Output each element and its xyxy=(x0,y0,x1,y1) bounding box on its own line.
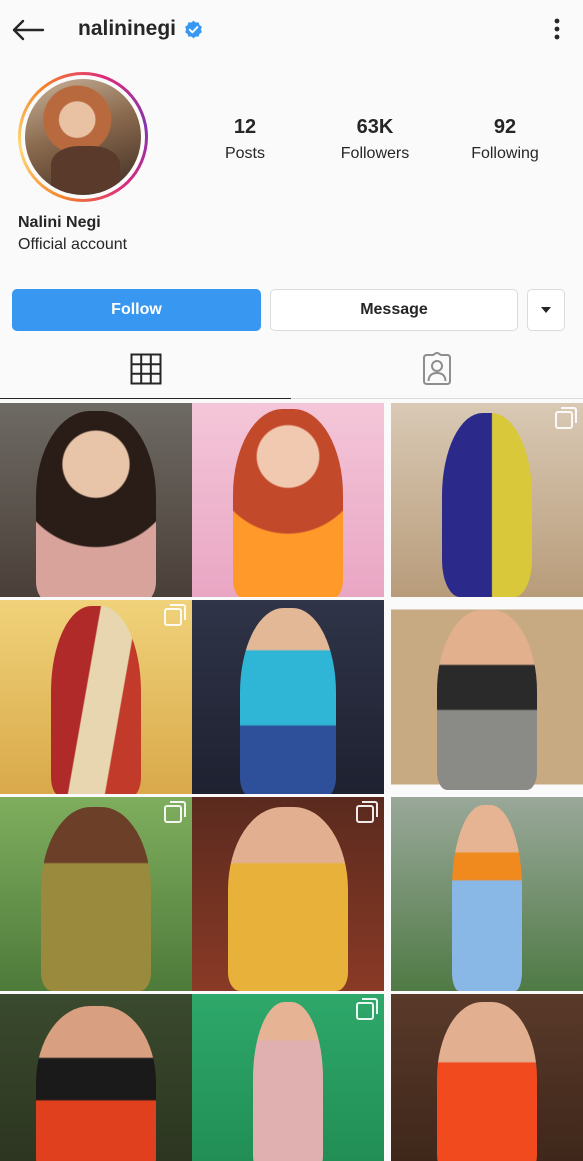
verified-badge-icon xyxy=(185,20,202,38)
multiple-photos-icon xyxy=(164,604,186,626)
caret-down-icon xyxy=(541,307,551,313)
post-image xyxy=(391,403,583,597)
display-name: Nalini Negi xyxy=(18,214,101,231)
post-image xyxy=(0,994,192,1161)
stat-label: Followers xyxy=(340,145,410,162)
suggested-accounts-button[interactable] xyxy=(527,289,565,331)
post-image xyxy=(391,994,583,1161)
message-button[interactable]: Message xyxy=(270,289,518,331)
post-thumbnail[interactable] xyxy=(391,600,583,794)
multiple-photos-icon xyxy=(356,998,378,1020)
follow-button[interactable]: Follow xyxy=(12,289,261,331)
post-thumbnail[interactable] xyxy=(192,403,384,597)
tab-tagged[interactable] xyxy=(291,340,582,398)
post-image xyxy=(0,797,192,991)
post-image xyxy=(391,797,583,991)
arrow-left-icon xyxy=(12,19,45,41)
avatar-story-ring[interactable] xyxy=(18,72,148,202)
stat-value: 12 xyxy=(233,116,257,138)
tagged-person-icon xyxy=(422,352,451,385)
profile-tabs xyxy=(0,340,583,402)
post-thumbnail[interactable] xyxy=(192,994,384,1161)
post-thumbnail[interactable] xyxy=(192,600,384,794)
post-thumbnail[interactable] xyxy=(391,994,583,1161)
tab-grid[interactable] xyxy=(0,340,291,398)
account-category: Official account xyxy=(18,236,128,253)
posts-grid xyxy=(0,403,583,1161)
avatar xyxy=(25,79,141,195)
post-thumbnail[interactable] xyxy=(192,797,384,991)
grid-icon xyxy=(130,353,161,385)
stat-followers[interactable]: 63K Followers xyxy=(310,116,440,163)
profile-stats: 12 Posts 63K Followers 92 Following xyxy=(180,116,570,163)
vertical-dots-icon xyxy=(554,18,560,40)
post-image xyxy=(0,403,192,597)
stat-value: 63K xyxy=(356,116,394,138)
multiple-photos-icon xyxy=(356,801,378,823)
post-image xyxy=(192,600,384,794)
stat-posts[interactable]: 12 Posts xyxy=(180,116,310,163)
top-bar: nalininegi xyxy=(0,0,583,62)
post-image xyxy=(192,797,384,991)
back-button[interactable] xyxy=(8,12,48,48)
active-tab-indicator xyxy=(0,398,291,399)
post-thumbnail[interactable] xyxy=(0,994,192,1161)
post-thumbnail[interactable] xyxy=(391,797,583,991)
post-thumbnail[interactable] xyxy=(391,403,583,597)
post-thumbnail[interactable] xyxy=(0,600,192,794)
post-thumbnail[interactable] xyxy=(0,797,192,991)
profile-username: nalininegi xyxy=(78,17,203,41)
more-options-button[interactable] xyxy=(545,14,569,44)
post-image xyxy=(192,403,384,597)
post-image xyxy=(0,600,192,794)
post-image xyxy=(192,994,384,1161)
multiple-photos-icon xyxy=(164,801,186,823)
stat-label: Following xyxy=(471,145,539,162)
multiple-photos-icon xyxy=(555,407,577,429)
stat-following[interactable]: 92 Following xyxy=(440,116,570,163)
stat-value: 92 xyxy=(493,116,517,138)
post-thumbnail[interactable] xyxy=(0,403,192,597)
post-image xyxy=(391,600,583,794)
stat-label: Posts xyxy=(224,145,265,162)
username-text: nalininegi xyxy=(78,17,177,40)
